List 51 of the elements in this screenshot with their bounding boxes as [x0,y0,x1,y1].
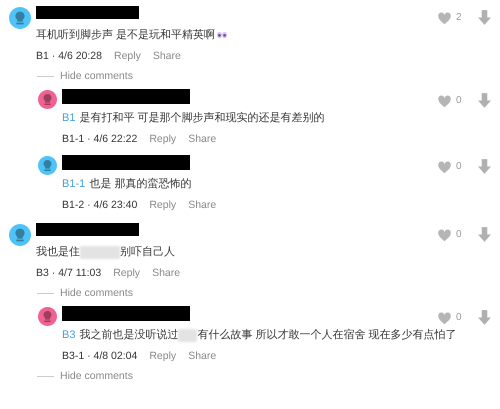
comment-action-link[interactable]: Reply [113,267,140,280]
hide-comments-link[interactable]: Hide comments [60,287,133,300]
comment-action-link[interactable]: Share [152,267,180,280]
floor-and-date: B1-1 · 4/6 22:22 [62,133,138,146]
comment-text: 我之前也是没听说过 [79,328,178,343]
down-arrow-icon[interactable] [478,10,491,25]
down-arrow-icon[interactable] [478,93,491,108]
comment-text: 也是 那真的蛮恐怖的 [89,176,192,192]
heart-icon[interactable] [437,10,452,24]
comment-action-link[interactable]: Reply [149,350,176,363]
avatar-icon [38,90,57,109]
comment-action-link[interactable]: Share [152,50,181,63]
avatar-icon [38,156,57,175]
comment-action-link[interactable]: Share [188,199,216,212]
heart-icon[interactable] [437,160,452,174]
like-count: 0 [456,160,463,174]
like-count: 0 [456,228,463,242]
blurred-text [178,328,198,342]
comment-action-link[interactable]: Share [188,350,216,363]
heart-icon[interactable] [437,228,452,242]
floor-mention-link[interactable]: B1 [62,110,76,126]
avatar-icon [9,224,31,246]
comment-text: 有什么故事 所以才敢一个人在宿舍 现在多少有点怕了 [197,328,457,343]
down-arrow-icon[interactable] [478,310,491,325]
comment-action-link[interactable]: Reply [149,199,176,212]
comment-text: 是有打和平 可是那个脚步声和现实的还是有差别的 [79,110,325,126]
comment-text: 耳机听到脚步声 是不是玩和平精英啊 [36,28,216,43]
floor-and-date: B3 · 4/7 11:03 [36,267,102,280]
avatar-icon [38,307,57,326]
floor-and-date: B1-2 · 4/6 23:40 [62,199,138,212]
down-arrow-icon[interactable] [478,159,491,174]
floor-mention-link[interactable]: B1-1 [62,176,86,192]
eyes-emoji-icon [216,31,228,39]
floor-and-date: B1 · 4/6 20:28 [36,50,102,63]
avatar-icon [9,7,31,29]
heart-icon[interactable] [437,310,452,324]
comment-text: 我也是住 [36,245,80,260]
comment-action-link[interactable]: Reply [114,50,141,63]
blurred-text [80,246,120,258]
comment-text: 别吓自己人 [120,245,175,260]
comment-action-link[interactable]: Reply [149,133,176,146]
down-arrow-icon[interactable] [478,227,491,242]
comment-action-link[interactable]: Share [188,133,216,146]
floor-and-date: B3-1 · 4/8 02:04 [62,350,138,363]
like-count: 0 [456,311,463,325]
hide-comments-link[interactable]: Hide comments [60,370,133,383]
floor-mention-link[interactable]: B3 [62,327,76,343]
heart-icon[interactable] [437,94,452,108]
like-count: 2 [456,11,463,25]
like-count: 0 [456,94,463,108]
hide-comments-link[interactable]: Hide comments [60,70,133,83]
